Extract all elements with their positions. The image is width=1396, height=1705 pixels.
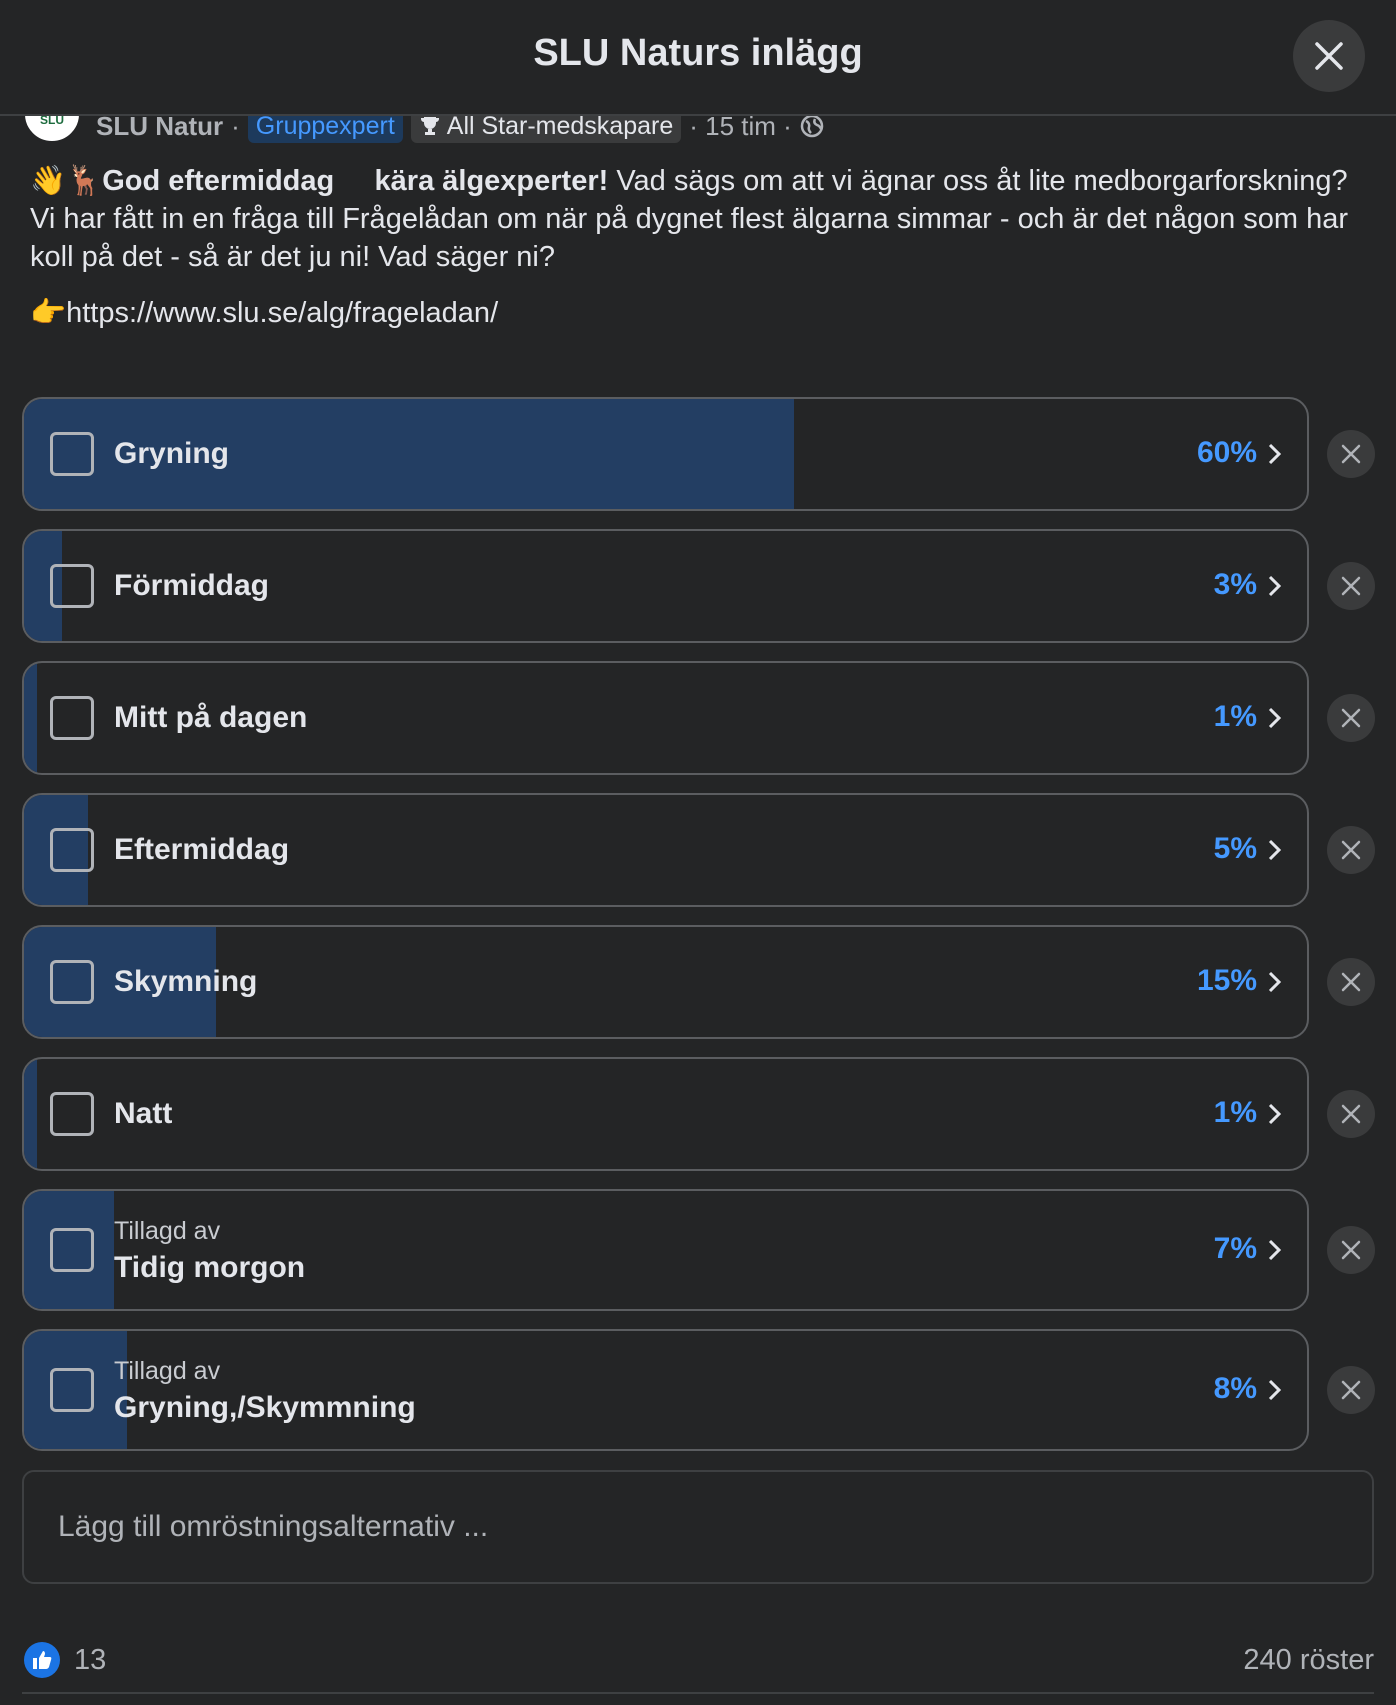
poll-option-checkbox[interactable] <box>50 696 94 740</box>
remove-option-button[interactable] <box>1327 694 1375 742</box>
like-reaction-icon[interactable] <box>24 1642 60 1678</box>
chevron-right-icon <box>1268 971 1282 993</box>
trophy-icon <box>420 117 439 135</box>
poll-option-label: Gryning,/Skymmning <box>114 1391 416 1424</box>
poll-option-label: Förmiddag <box>114 569 269 602</box>
wave-emoji: 👋 <box>30 165 67 197</box>
poll-option-label: Tidig morgon <box>114 1251 306 1284</box>
close-icon <box>1341 708 1361 728</box>
poll-option[interactable]: Eftermiddag 5% <box>22 793 1309 907</box>
chevron-right-icon <box>1268 839 1282 861</box>
close-button[interactable] <box>1293 20 1365 92</box>
close-icon <box>1341 840 1361 860</box>
poll-option-percent: 1% <box>1213 700 1257 733</box>
remove-option-button[interactable] <box>1327 1090 1375 1138</box>
dialog-header: SLU Naturs inlägg <box>0 0 1396 116</box>
poll-option-checkbox[interactable] <box>50 432 94 476</box>
remove-option-button[interactable] <box>1327 1366 1375 1414</box>
poll-option-percent: 1% <box>1213 1096 1257 1129</box>
poll-option[interactable]: Tillagd av Tidig morgon 7% <box>22 1189 1309 1311</box>
add-poll-option-input[interactable]: Lägg till omröstningsalternativ ... <box>22 1470 1374 1584</box>
poll-option-checkbox[interactable] <box>50 1368 94 1412</box>
poll-option-percent: 5% <box>1213 832 1257 865</box>
chevron-right-icon <box>1268 575 1282 597</box>
globe-icon <box>800 114 824 138</box>
close-icon <box>1341 1380 1361 1400</box>
post-link[interactable]: https://www.slu.se/alg/frageladan/ <box>66 297 498 330</box>
poll-option-checkbox[interactable] <box>50 1228 94 1272</box>
poll-option-checkbox[interactable] <box>50 960 94 1004</box>
post-dialog: SLU Naturs inlägg SLU SLU Natur · Gruppe… <box>0 0 1396 1705</box>
greeting-bold-2: kära älgexperter! <box>374 165 609 197</box>
poll-option[interactable]: Natt 1% <box>22 1057 1309 1171</box>
poll-option[interactable]: Tillagd av Gryning,/Skymmning 8% <box>22 1329 1309 1451</box>
poll-option-percent: 8% <box>1213 1372 1257 1405</box>
poll-option-percent: 7% <box>1213 1232 1257 1265</box>
poll-option-added-by: Tillagd av <box>114 1357 221 1385</box>
poll-option-fill <box>24 1059 37 1169</box>
close-icon <box>1341 576 1361 596</box>
poll-option-percent: 15% <box>1196 964 1257 997</box>
poll-option-fill <box>24 663 37 773</box>
poll-option-label: Eftermiddag <box>114 833 290 866</box>
add-poll-option-placeholder: Lägg till omröstningsalternativ ... <box>58 1510 489 1543</box>
poll-option[interactable]: Mitt på dagen 1% <box>22 661 1309 775</box>
remove-option-button[interactable] <box>1327 958 1375 1006</box>
chevron-right-icon <box>1268 1239 1282 1261</box>
chevron-right-icon <box>1268 1103 1282 1125</box>
close-icon <box>1315 42 1343 70</box>
close-icon <box>1341 1240 1361 1260</box>
chevron-right-icon <box>1268 1379 1282 1401</box>
chevron-right-icon <box>1268 443 1282 465</box>
pointing-emoji: 👉 <box>30 297 67 329</box>
thumbs-up-icon <box>33 1651 52 1669</box>
poll-option[interactable]: Gryning 60% <box>22 397 1309 511</box>
like-count[interactable]: 13 <box>74 1644 106 1677</box>
post-link-row: 👉 https://www.slu.se/alg/frageladan/ <box>30 296 498 330</box>
poll-option-checkbox[interactable] <box>50 1092 94 1136</box>
remove-option-button[interactable] <box>1327 430 1375 478</box>
poll-option-label: Natt <box>114 1097 173 1130</box>
chevron-right-icon <box>1268 707 1282 729</box>
poll-option-added-by: Tillagd av <box>114 1217 221 1245</box>
poll-option-checkbox[interactable] <box>50 828 94 872</box>
post-footer: 13 240 röster <box>24 1638 1374 1682</box>
remove-option-button[interactable] <box>1327 562 1375 610</box>
poll-option[interactable]: Förmiddag 3% <box>22 529 1309 643</box>
vote-count[interactable]: 240 röster <box>1243 1644 1374 1677</box>
poll-option[interactable]: Skymning 15% <box>22 925 1309 1039</box>
post-body: 👋🦌God eftermiddag kära älgexperter! Vad … <box>30 162 1370 276</box>
poll-option-label: Gryning <box>114 437 230 470</box>
divider <box>22 1692 1374 1694</box>
poll-option-percent: 3% <box>1213 568 1257 601</box>
close-icon <box>1341 972 1361 992</box>
remove-option-button[interactable] <box>1327 1226 1375 1274</box>
close-icon <box>1341 444 1361 464</box>
close-icon <box>1341 1104 1361 1124</box>
poll-option-label: Mitt på dagen <box>114 701 308 734</box>
remove-option-button[interactable] <box>1327 826 1375 874</box>
dialog-title: SLU Naturs inlägg <box>533 32 863 74</box>
poll-option-percent: 60% <box>1196 436 1257 469</box>
poll-option-label: Skymning <box>114 965 258 998</box>
greeting-bold: God eftermiddag <box>102 165 335 197</box>
poll-option-checkbox[interactable] <box>50 564 94 608</box>
moose-emoji: 🦌 <box>66 165 103 197</box>
